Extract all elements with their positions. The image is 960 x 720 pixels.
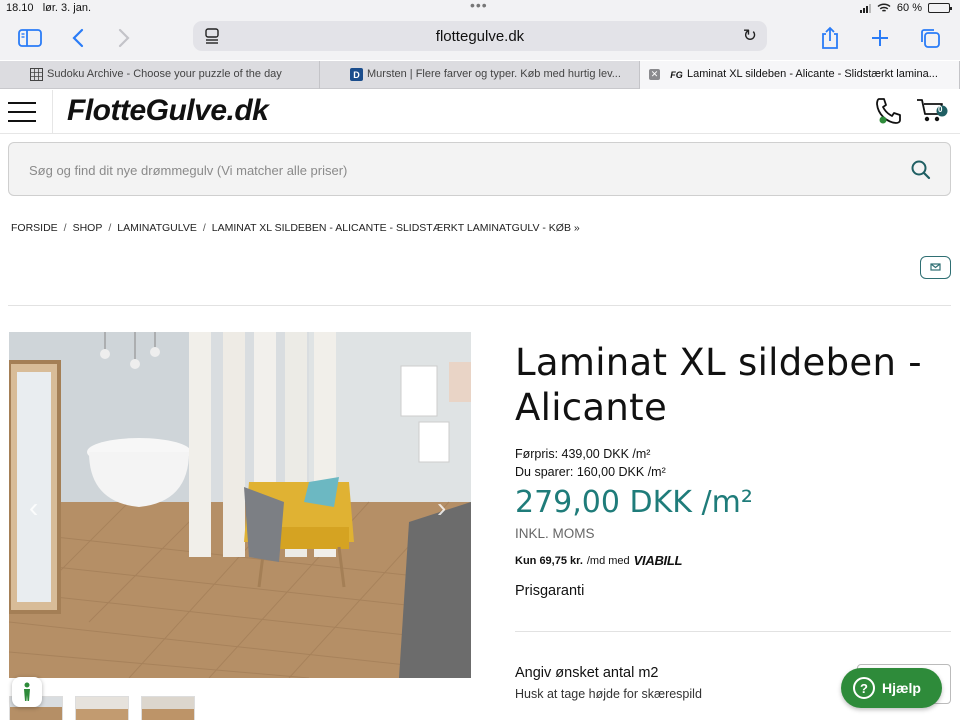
product-image[interactable]: ‹ › [9, 332, 471, 678]
saving-amount: Du sparer: 160,00 DKK /m² [515, 465, 666, 479]
status-right: 60 % [859, 2, 952, 14]
quantity-label: Angiv ønsket antal m2 [515, 665, 659, 681]
close-tab-icon[interactable]: ✕ [649, 69, 660, 80]
browser-toolbar: flottegulve.dk ↻ [0, 18, 960, 60]
vat-note: INKL. MOMS [515, 526, 595, 541]
site-logo[interactable]: FlotteGulve.dk [67, 94, 269, 128]
room-photo [9, 332, 471, 678]
grid-icon [30, 68, 43, 81]
breadcrumb-shop[interactable]: SHOP [73, 222, 103, 234]
share-icon[interactable] [816, 24, 844, 52]
tab-bar: Sudoku Archive - Choose your puzzle of t… [0, 61, 960, 89]
viabill-logo: VIABILL [633, 553, 683, 568]
address-bar[interactable]: flottegulve.dk ↻ [193, 21, 767, 51]
sidebar-icon[interactable] [16, 24, 44, 52]
reload-icon[interactable]: ↻ [743, 26, 757, 46]
status-time: 18.10 lør. 3. jan. [6, 2, 91, 14]
phone-icon[interactable] [874, 96, 902, 126]
tabs-overview-icon[interactable] [916, 24, 944, 52]
cart-count: 0 [938, 105, 943, 114]
installment-info: Kun 69,75 kr. /md med VIABILL [515, 553, 682, 568]
question-icon: ? [853, 677, 875, 699]
thumbnail[interactable] [141, 696, 195, 720]
tab-mursten[interactable]: D Mursten | Flere farver og typer. Køb m… [320, 61, 640, 89]
status-bar: 18.10 lør. 3. jan. ••• 60 % [0, 0, 960, 18]
accessibility-button[interactable] [12, 677, 42, 707]
new-tab-icon[interactable] [866, 24, 894, 52]
help-button[interactable]: ? Hjælp [841, 668, 942, 708]
breadcrumb: FORSIDE / SHOP / LAMINATGULVE / LAMINAT XL … [11, 222, 580, 234]
multitasking-dots-icon[interactable]: ••• [470, 0, 488, 13]
back-icon[interactable] [64, 24, 92, 52]
signal-icon [859, 3, 871, 13]
prev-image-icon[interactable]: ‹ [29, 492, 38, 524]
battery-icon [928, 3, 952, 13]
product-price: 279,00 DKK /m² [515, 485, 753, 520]
price-guarantee[interactable]: Prisgaranti [515, 583, 584, 599]
fg-favicon-icon: FG [670, 69, 683, 80]
installment-amount: Kun 69,75 kr. [515, 554, 583, 567]
cart-icon[interactable] [915, 96, 949, 126]
next-image-icon[interactable]: › [437, 492, 446, 524]
before-price: Førpris: 439,00 DKK /m² [515, 447, 651, 461]
battery-percent: 60 % [896, 2, 922, 14]
mail-icon [930, 263, 941, 271]
search-box [8, 142, 951, 196]
search-input[interactable] [29, 159, 869, 181]
accessibility-icon [24, 682, 30, 701]
help-label: Hjælp [882, 680, 921, 696]
quantity-hint: Husk at tage højde for skærespild [515, 687, 702, 701]
breadcrumb-home[interactable]: FORSIDE [11, 222, 58, 234]
site-header: FlotteGulve.dk 0 [0, 90, 960, 134]
breadcrumb-laminatgulve[interactable]: LAMINATGULVE [117, 222, 197, 234]
url-text: flottegulve.dk [435, 28, 525, 45]
email-button[interactable] [920, 256, 951, 279]
menu-icon[interactable] [8, 102, 36, 122]
breadcrumb-current: LAMINAT XL SILDEBEN - ALICANTE - SLIDSTÆ… [211, 222, 580, 234]
product-title: Laminat XL sildeben - Alicante [515, 341, 922, 429]
forward-icon[interactable] [110, 24, 138, 52]
d-favicon-icon: D [350, 68, 363, 81]
header-divider [52, 90, 53, 134]
installment-suffix: /md med [586, 554, 630, 567]
divider [515, 631, 951, 632]
search-icon[interactable] [910, 159, 932, 181]
wifi-icon [877, 3, 891, 12]
tab-laminat[interactable]: ✕ FG Laminat XL sildeben - Alicante - Sl… [640, 61, 960, 89]
thumbnail[interactable] [75, 696, 129, 720]
tab-sudoku[interactable]: Sudoku Archive - Choose your puzzle of t… [0, 61, 320, 89]
divider [8, 305, 951, 306]
